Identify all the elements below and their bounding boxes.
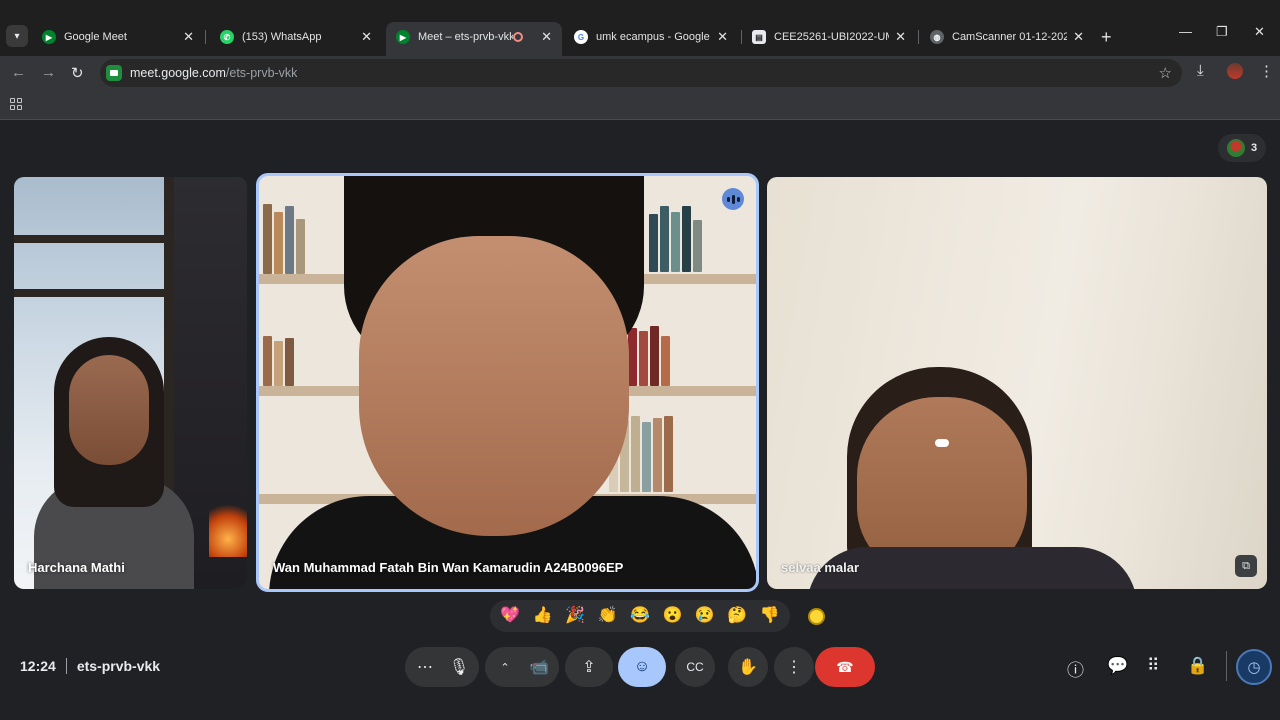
- tab-title: CEE25261-UBI2022-UMKC: [774, 31, 889, 43]
- participant-count: 3: [1250, 142, 1258, 154]
- address-bar[interactable]: meet.google.com/ets-prvb-vkk ☆: [100, 59, 1182, 87]
- tab-whatsapp[interactable]: ✆ (153) WhatsApp ✕: [210, 25, 382, 49]
- reaction-thinking[interactable]: 🤔: [727, 608, 747, 624]
- reaction-bar: 💖 👍 🎉 👏 😂 😮 😢 🤔 👎: [490, 600, 790, 632]
- bookmark-star-icon[interactable]: ☆: [1159, 64, 1172, 82]
- tab-separator: [205, 30, 206, 44]
- participant-name: selvaa malar: [781, 560, 860, 575]
- participants-chip[interactable]: 3: [1218, 134, 1266, 162]
- tab-camscanner[interactable]: ◍ CamScanner 01-12-2025 ✕: [920, 25, 1094, 49]
- reload-button[interactable]: ↻: [71, 64, 84, 82]
- participant-name: Wan Muhammad Fatah Bin Wan Kamarudin A24…: [273, 560, 624, 575]
- restore-button[interactable]: ❐: [1216, 24, 1228, 40]
- camera-icon[interactable]: 📹: [519, 647, 559, 687]
- participant-avatar: [1226, 139, 1245, 157]
- tab-meet-active[interactable]: ▶ Meet – ets-prvb-vkk ✕: [386, 22, 562, 56]
- participant-video: [69, 355, 149, 465]
- participant-tile-wan[interactable]: Wan Muhammad Fatah Bin Wan Kamarudin A24…: [256, 173, 759, 592]
- speaking-indicator-icon: [722, 188, 744, 210]
- window-close-button[interactable]: ✕: [1254, 24, 1265, 40]
- reaction-clapping[interactable]: 👏: [598, 608, 618, 624]
- host-controls-icon[interactable]: 🔒: [1187, 656, 1208, 676]
- chat-icon[interactable]: 💬: [1107, 656, 1128, 676]
- skin-tone-selector[interactable]: [808, 608, 825, 625]
- whatsapp-icon: ✆: [220, 30, 234, 44]
- close-icon[interactable]: ✕: [895, 29, 906, 45]
- google-meet-icon: [106, 65, 122, 81]
- globe-icon: ◍: [930, 30, 944, 44]
- reaction-thumbs-up[interactable]: 👍: [533, 608, 553, 624]
- video-background: [649, 206, 702, 272]
- google-icon: G: [574, 30, 588, 44]
- tab-title: umk ecampus - Google Se: [596, 31, 711, 43]
- new-tab-button[interactable]: +: [1101, 27, 1112, 48]
- close-icon[interactable]: ✕: [183, 29, 194, 45]
- participant-video: [359, 236, 629, 536]
- meeting-time: 12:24: [20, 658, 56, 674]
- recording-icon: [513, 32, 524, 42]
- tab-separator: [918, 30, 919, 44]
- url-host: meet.google.com: [130, 66, 226, 80]
- url-text: meet.google.com/ets-prvb-vkk: [130, 66, 297, 80]
- present-screen-button[interactable]: ⇪: [565, 647, 613, 687]
- video-background: [14, 235, 174, 243]
- tab-google-meet[interactable]: ▶ Google Meet ✕: [32, 25, 204, 49]
- camscanner-icon: ▤: [752, 30, 766, 44]
- close-icon[interactable]: ✕: [1073, 29, 1084, 45]
- profile-avatar[interactable]: [1227, 63, 1243, 79]
- google-meet-icon: ▶: [396, 30, 410, 44]
- meeting-code: ets-prvb-vkk: [76, 658, 161, 674]
- close-icon[interactable]: ✕: [717, 29, 728, 45]
- picture-in-picture-icon[interactable]: ⧉: [1235, 555, 1257, 577]
- participant-tile-harchana[interactable]: Harchana Mathi: [14, 177, 247, 589]
- apps-grid-icon[interactable]: [10, 98, 22, 110]
- reaction-surprised[interactable]: 😮: [662, 608, 682, 624]
- reaction-crying[interactable]: 😢: [695, 608, 715, 624]
- tab-search-button[interactable]: ▾: [6, 25, 28, 47]
- captions-icon[interactable]: CC: [675, 647, 715, 687]
- reaction-thumbs-down[interactable]: 👎: [760, 608, 780, 624]
- leave-call-button[interactable]: ☎: [815, 647, 875, 687]
- meeting-details-icon[interactable]: ⓘ: [1067, 656, 1084, 681]
- participant-name: Harchana Mathi: [28, 560, 125, 575]
- tab-cee25261[interactable]: ▤ CEE25261-UBI2022-UMKC ✕: [742, 25, 916, 49]
- reactions-button[interactable]: ☺: [618, 647, 666, 687]
- video-background: [263, 204, 305, 274]
- close-icon[interactable]: ✕: [541, 29, 552, 45]
- participant-tile-selvaa[interactable]: selvaa malar ⧉: [767, 177, 1267, 589]
- video-background: [209, 497, 247, 557]
- tab-google-search[interactable]: G umk ecampus - Google Se ✕: [564, 25, 738, 49]
- tab-title: Google Meet: [64, 31, 127, 43]
- bookmarks-bar: [0, 90, 1280, 120]
- reaction-joy[interactable]: 😂: [630, 608, 650, 624]
- reaction-party-popper[interactable]: 🎉: [565, 608, 585, 624]
- download-icon[interactable]: ⤓: [1197, 62, 1204, 79]
- video-background: [14, 289, 174, 297]
- raise-hand-icon[interactable]: ✋: [728, 647, 768, 687]
- forward-button[interactable]: →: [41, 64, 56, 81]
- meeting-info: 12:24 ets-prvb-vkk: [20, 658, 160, 674]
- tab-title: Meet – ets-prvb-vkk: [418, 31, 514, 43]
- back-button[interactable]: ←: [11, 64, 26, 81]
- reaction-sparkling-heart[interactable]: 💖: [500, 608, 520, 624]
- tab-title: (153) WhatsApp: [242, 31, 322, 43]
- close-icon[interactable]: ✕: [361, 29, 372, 45]
- more-options-icon[interactable]: ⋮: [774, 647, 814, 687]
- browser-menu-icon[interactable]: ⋮: [1259, 62, 1274, 80]
- participant-video: [935, 439, 949, 447]
- minimize-button[interactable]: —: [1179, 24, 1192, 39]
- divider: [1226, 651, 1227, 681]
- video-background: [263, 336, 294, 386]
- url-path: /ets-prvb-vkk: [225, 66, 298, 80]
- google-meet-icon: ▶: [42, 30, 56, 44]
- tab-title: CamScanner 01-12-2025: [952, 31, 1068, 43]
- divider: [65, 658, 67, 674]
- microphone-icon[interactable]: 🎙: [439, 647, 479, 687]
- meet-stage: 3 Harchana Mathi Wan Muhammad Fatah Bin …: [0, 121, 1280, 720]
- timer-icon[interactable]: ◷: [1236, 649, 1272, 685]
- tab-strip: ▾ ▶ Google Meet ✕ ✆ (153) WhatsApp ✕ ▶ M…: [0, 0, 1280, 56]
- activities-icon[interactable]: ⠿: [1147, 656, 1159, 676]
